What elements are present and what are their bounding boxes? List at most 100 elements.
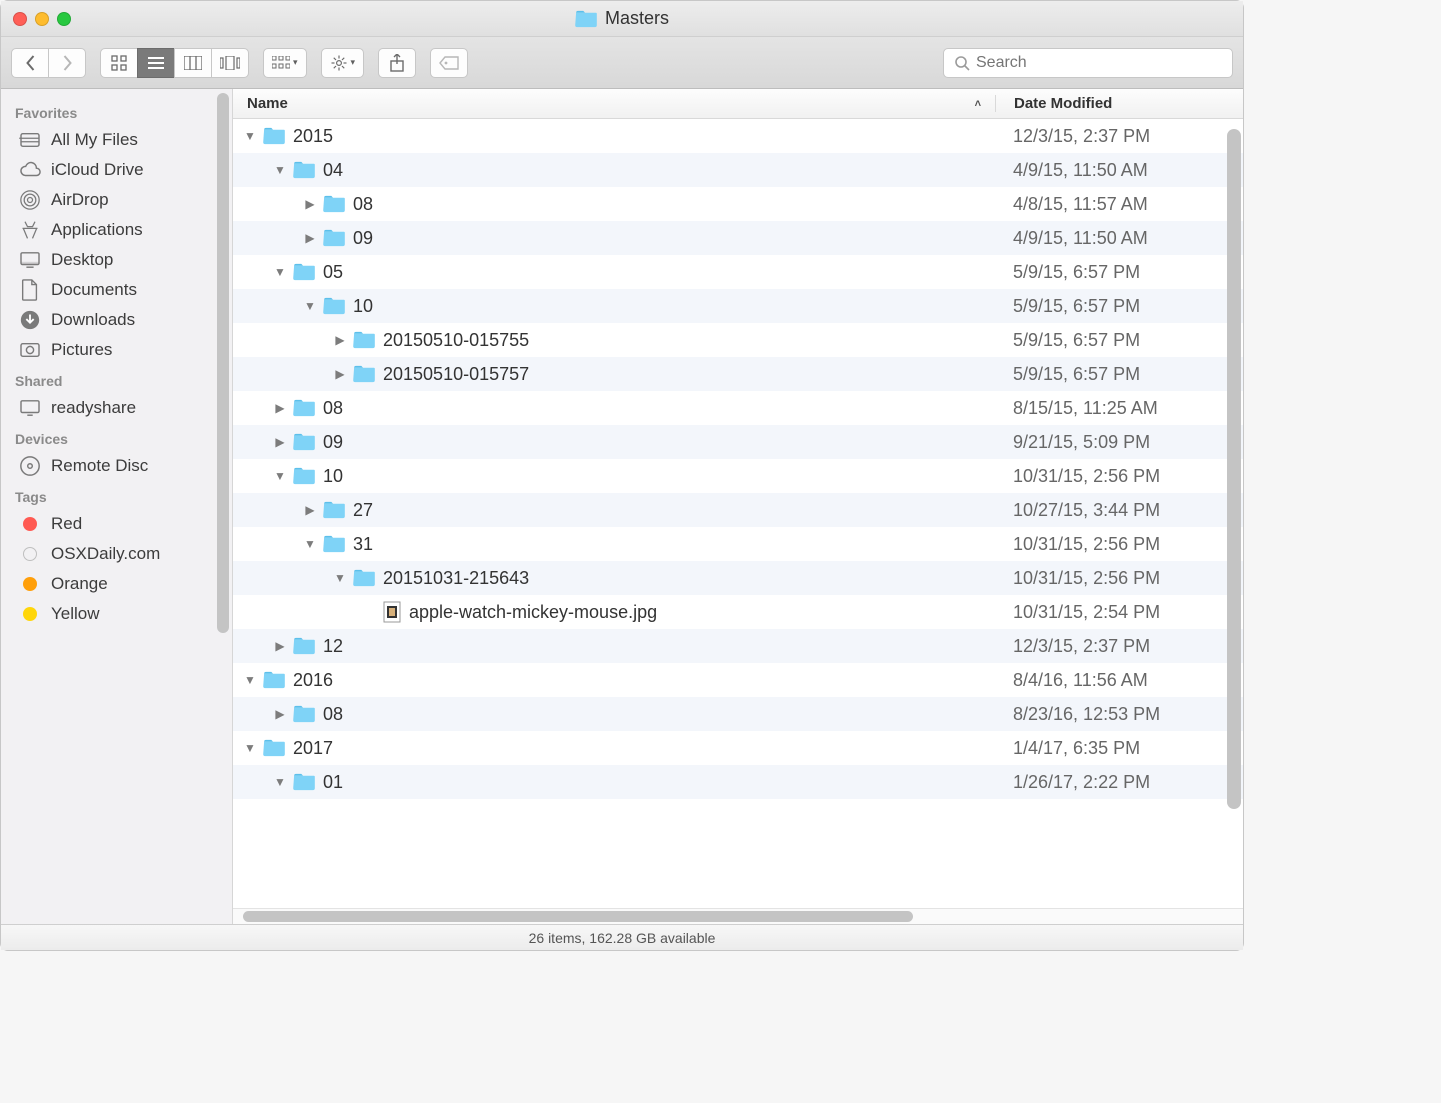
search-input[interactable] xyxy=(976,54,1222,72)
folder-icon xyxy=(293,263,315,281)
disclosure-triangle[interactable]: ▶ xyxy=(333,333,347,347)
file-name: apple-watch-mickey-mouse.jpg xyxy=(409,602,657,623)
file-date: 10/31/15, 2:56 PM xyxy=(995,568,1243,589)
folder-icon xyxy=(323,297,345,315)
sidebar-heading: Devices xyxy=(1,423,232,451)
file-row[interactable]: ▼201512/3/15, 2:37 PM xyxy=(233,119,1243,153)
sidebar-item-label: Pictures xyxy=(51,340,112,360)
file-row[interactable]: ▼1010/31/15, 2:56 PM xyxy=(233,459,1243,493)
file-row[interactable]: ▶20150510-0157575/9/15, 6:57 PM xyxy=(233,357,1243,391)
disclosure-triangle[interactable]: ▶ xyxy=(333,367,347,381)
cloud-icon xyxy=(19,160,41,180)
file-row[interactable]: apple-watch-mickey-mouse.jpg 10/31/15, 2:… xyxy=(233,595,1243,629)
sidebar-item[interactable]: Remote Disc xyxy=(1,451,232,481)
file-row[interactable]: ▶2710/27/15, 3:44 PM xyxy=(233,493,1243,527)
sidebar-item[interactable]: iCloud Drive xyxy=(1,155,232,185)
sidebar-item[interactable]: Yellow xyxy=(1,599,232,629)
file-row[interactable]: ▼20171/4/17, 6:35 PM xyxy=(233,731,1243,765)
file-row[interactable]: ▼20168/4/16, 11:56 AM xyxy=(233,663,1243,697)
sidebar-heading: Shared xyxy=(1,365,232,393)
sidebar-item[interactable]: AirDrop xyxy=(1,185,232,215)
sidebar-item-label: Documents xyxy=(51,280,137,300)
coverflow-view-icon xyxy=(220,56,240,70)
sidebar-item-label: Orange xyxy=(51,574,108,594)
disclosure-triangle[interactable]: ▶ xyxy=(303,503,317,517)
search-field[interactable] xyxy=(943,48,1233,78)
back-button[interactable] xyxy=(11,48,49,78)
sidebar-item[interactable]: Applications xyxy=(1,215,232,245)
disclosure-triangle[interactable]: ▼ xyxy=(303,299,317,313)
zoom-window-button[interactable] xyxy=(57,12,71,26)
disclosure-triangle[interactable]: ▼ xyxy=(243,741,257,755)
disclosure-triangle[interactable]: ▶ xyxy=(273,435,287,449)
sidebar-item[interactable]: Red xyxy=(1,509,232,539)
file-row[interactable]: ▶094/9/15, 11:50 AM xyxy=(233,221,1243,255)
file-row[interactable]: ▼044/9/15, 11:50 AM xyxy=(233,153,1243,187)
disclosure-triangle[interactable]: ▶ xyxy=(273,401,287,415)
folder-icon xyxy=(323,195,345,213)
toolbar: ▾ ▾ xyxy=(1,37,1243,89)
list-vertical-scrollbar[interactable] xyxy=(1227,129,1241,809)
sidebar-item-label: readyshare xyxy=(51,398,136,418)
sidebar-item[interactable]: Documents xyxy=(1,275,232,305)
forward-button[interactable] xyxy=(48,48,86,78)
disclosure-triangle[interactable]: ▼ xyxy=(273,265,287,279)
file-date: 5/9/15, 6:57 PM xyxy=(995,330,1243,351)
file-row[interactable]: ▶088/23/16, 12:53 PM xyxy=(233,697,1243,731)
file-row[interactable]: ▼3110/31/15, 2:56 PM xyxy=(233,527,1243,561)
file-row[interactable]: ▼011/26/17, 2:22 PM xyxy=(233,765,1243,799)
view-icons-button[interactable] xyxy=(100,48,138,78)
view-list-button[interactable] xyxy=(137,48,175,78)
sidebar-item[interactable]: OSXDaily.com xyxy=(1,539,232,569)
file-row[interactable]: ▶20150510-0157555/9/15, 6:57 PM xyxy=(233,323,1243,357)
sidebar-item[interactable]: Pictures xyxy=(1,335,232,365)
sidebar: FavoritesAll My FilesiCloud DriveAirDrop… xyxy=(1,89,233,924)
folder-icon xyxy=(293,637,315,655)
disclosure-triangle[interactable]: ▼ xyxy=(243,129,257,143)
disclosure-triangle[interactable]: ▼ xyxy=(273,163,287,177)
disclosure-triangle[interactable]: ▼ xyxy=(273,469,287,483)
file-row[interactable]: ▶1212/3/15, 2:37 PM xyxy=(233,629,1243,663)
tag-dot-icon xyxy=(19,544,41,564)
list-horizontal-scrollbar[interactable] xyxy=(233,908,1243,924)
file-row[interactable]: ▼105/9/15, 6:57 PM xyxy=(233,289,1243,323)
action-menu[interactable]: ▾ xyxy=(321,48,365,78)
minimize-window-button[interactable] xyxy=(35,12,49,26)
file-name: 2017 xyxy=(293,738,333,759)
disclosure-triangle[interactable]: ▼ xyxy=(333,571,347,585)
sidebar-item[interactable]: readyshare xyxy=(1,393,232,423)
close-window-button[interactable] xyxy=(13,12,27,26)
share-button[interactable] xyxy=(378,48,416,78)
folder-icon xyxy=(575,10,597,28)
sidebar-item[interactable]: Downloads xyxy=(1,305,232,335)
disclosure-triangle[interactable]: ▼ xyxy=(273,775,287,789)
arrange-menu[interactable]: ▾ xyxy=(263,48,307,78)
column-header-date[interactable]: Date Modified xyxy=(995,95,1243,112)
pictures-icon xyxy=(19,340,41,360)
file-name: 2015 xyxy=(293,126,333,147)
file-name: 09 xyxy=(353,228,373,249)
disclosure-triangle[interactable]: ▶ xyxy=(303,197,317,211)
file-row[interactable]: ▶084/8/15, 11:57 AM xyxy=(233,187,1243,221)
disclosure-triangle[interactable]: ▶ xyxy=(273,639,287,653)
search-icon xyxy=(954,55,970,71)
sidebar-item[interactable]: Desktop xyxy=(1,245,232,275)
file-row[interactable]: ▶099/21/15, 5:09 PM xyxy=(233,425,1243,459)
chevron-down-icon: ▾ xyxy=(351,57,356,68)
edit-tags-button[interactable] xyxy=(430,48,468,78)
column-header-name[interactable]: Name ˄ xyxy=(233,95,995,112)
column-view-icon xyxy=(184,56,202,70)
view-columns-button[interactable] xyxy=(174,48,212,78)
file-row[interactable]: ▼055/9/15, 6:57 PM xyxy=(233,255,1243,289)
sidebar-item[interactable]: Orange xyxy=(1,569,232,599)
sidebar-item[interactable]: All My Files xyxy=(1,125,232,155)
disclosure-triangle[interactable]: ▶ xyxy=(303,231,317,245)
sidebar-scrollbar[interactable] xyxy=(217,93,229,895)
disclosure-triangle[interactable]: ▼ xyxy=(243,673,257,687)
file-row[interactable]: ▶088/15/15, 11:25 AM xyxy=(233,391,1243,425)
file-row[interactable]: ▼20151031-21564310/31/15, 2:56 PM xyxy=(233,561,1243,595)
disclosure-triangle[interactable]: ▶ xyxy=(273,707,287,721)
file-date: 10/31/15, 2:54 PM xyxy=(995,602,1243,623)
disclosure-triangle[interactable]: ▼ xyxy=(303,537,317,551)
view-coverflow-button[interactable] xyxy=(211,48,249,78)
